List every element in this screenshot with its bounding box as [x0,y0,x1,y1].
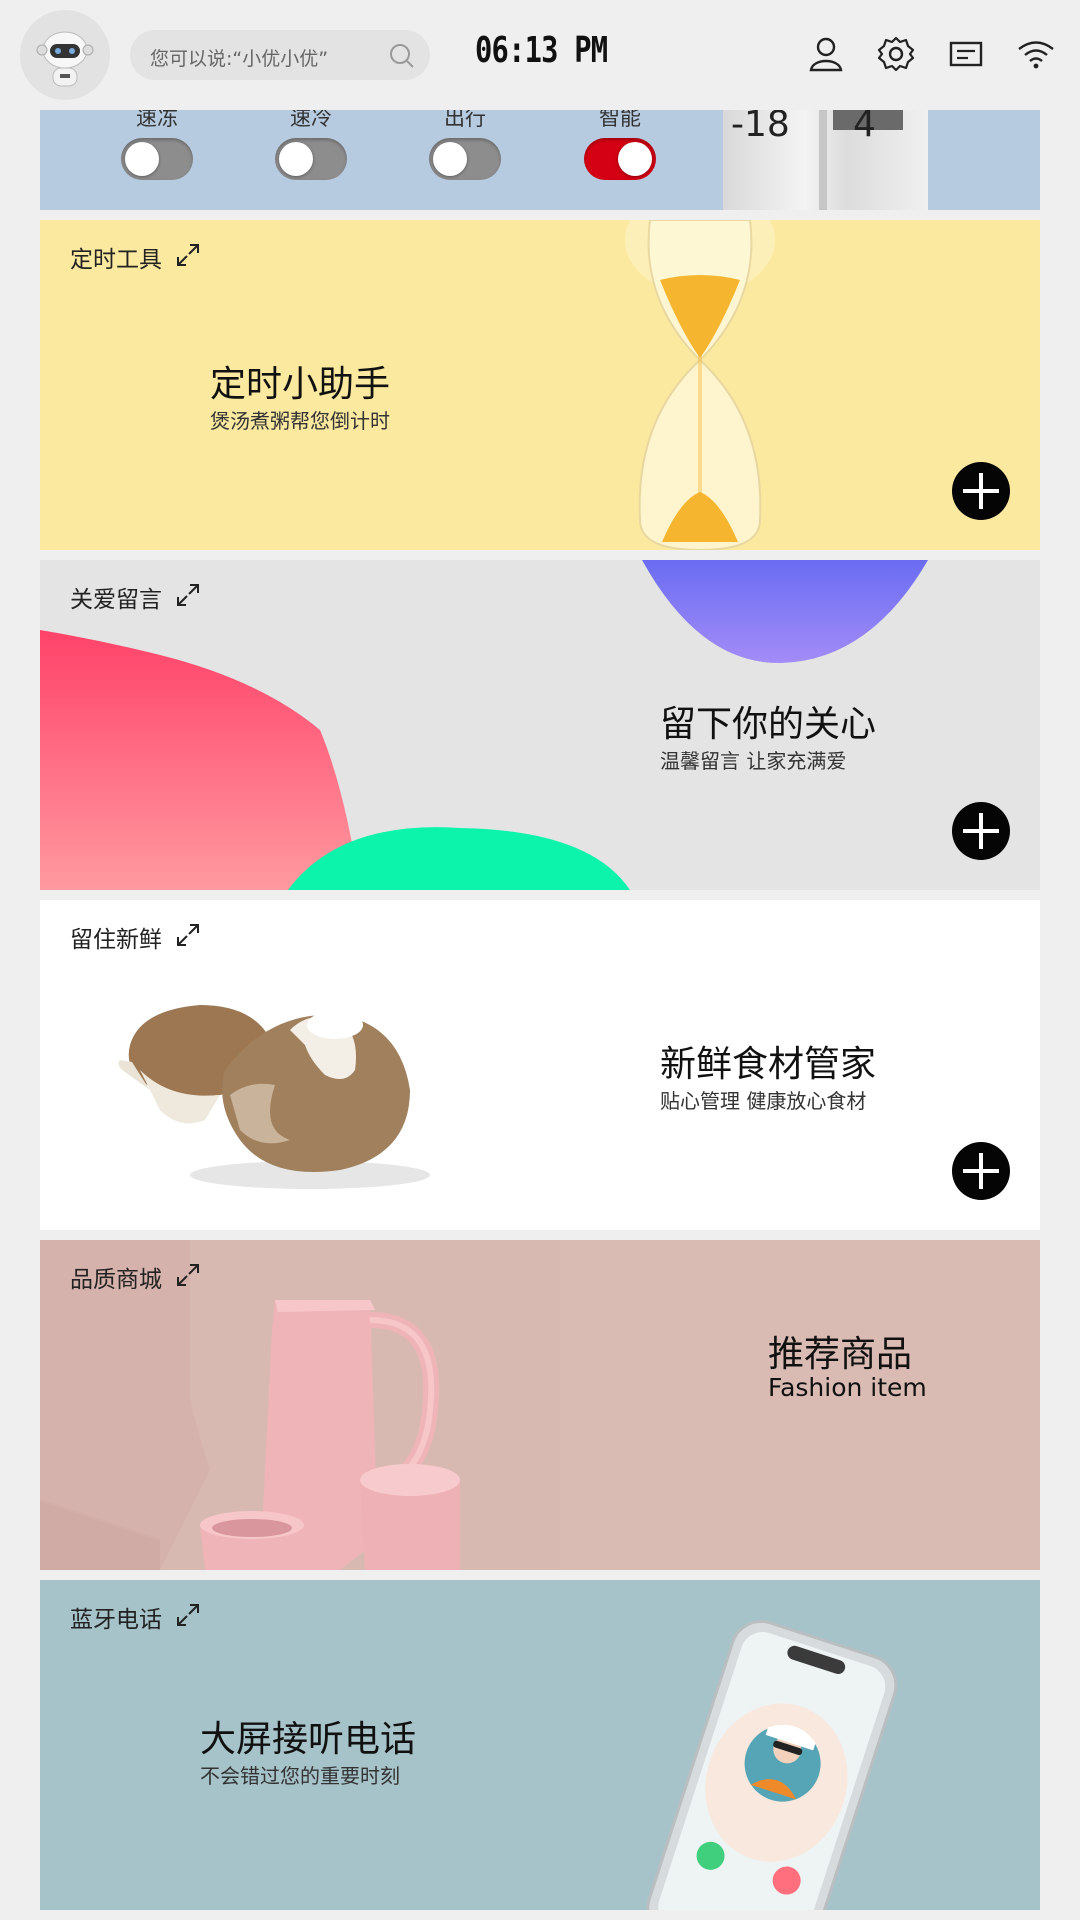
message-icon[interactable] [946,34,986,74]
card-subtitle-phone: 不会错过您的重要时刻 [200,1764,400,1788]
fridge-image[interactable]: -18 4 [723,110,928,210]
card-subtitle-messages: 温馨留言 让家充满爱 [660,749,847,773]
toggle-label-quick-freeze: 速冻 [136,110,178,130]
search-placeholder: 您可以说:“小优小优” [150,48,329,70]
hourglass-image [625,220,775,550]
top-bar: 您可以说:“小优小优” 06:13 PM [0,0,1080,110]
abstract-shapes-image [40,560,928,890]
card-subtitle-fresh: 贴心管理 健康放心食材 [660,1089,867,1113]
card-label-fresh: 留住新鲜 [70,927,162,953]
card-label-messages: 关爱留言 [70,587,162,613]
fridge-door-gap [819,110,827,210]
quick-freeze-toggle[interactable] [121,138,193,180]
card-subtitle-mall: Fashion item [768,1373,927,1402]
card-label-timer: 定时工具 [70,247,162,273]
expand-icon[interactable] [175,922,201,948]
bluetooth-phone-card[interactable]: 蓝牙电话 大屏接听电话 不会错过您的重要时刻 [40,1580,1040,1910]
expand-icon[interactable] [175,242,201,268]
freezer-temperature: -18 [731,110,790,145]
card-label-mall: 品质商城 [70,1267,162,1293]
expand-icon[interactable] [175,1262,201,1288]
card-title-phone: 大屏接听电话 [200,1719,417,1760]
card-label-phone: 蓝牙电话 [70,1607,162,1633]
card-subtitle-timer: 煲汤煮粥帮您倒计时 [210,409,390,433]
fridge-temperature: 4 [853,110,876,145]
smartphone-image [646,1620,898,1910]
toggle-label-travel: 出行 [444,110,486,130]
timer-tool-card[interactable]: 定时工具 定时小助手 煲汤煮粥帮您倒计时 [40,220,1040,550]
wifi-icon[interactable] [1016,34,1056,74]
expand-icon[interactable] [175,1602,201,1628]
smart-mode-toggle[interactable] [584,138,656,180]
fresh-food-card[interactable]: 留住新鲜 新鲜食材管家 贴心管理 健康放心食材 [40,900,1040,1230]
expand-icon[interactable] [175,582,201,608]
robot-icon [36,31,94,87]
add-message-button[interactable] [952,802,1010,860]
gear-icon[interactable] [876,34,916,74]
card-title-timer: 定时小助手 [210,364,391,405]
voice-search-bar[interactable]: 您可以说:“小优小优” [130,30,430,80]
add-food-button[interactable] [952,1142,1010,1200]
add-timer-button[interactable] [952,462,1010,520]
care-message-card[interactable]: 关爱留言 留下你的关心 温馨留言 让家充满爱 [40,560,1040,890]
toggle-label-smart: 智能 [599,110,641,130]
toggle-label-quick-cool: 速冷 [290,110,332,130]
search-icon[interactable] [388,42,416,70]
card-title-fresh: 新鲜食材管家 [660,1044,877,1085]
card-title-mall: 推荐商品 [768,1334,913,1375]
quality-mall-card[interactable]: 品质商城 推荐商品 Fashion item [40,1240,1040,1570]
travel-mode-toggle[interactable] [429,138,501,180]
clock: 06:13 PM [475,30,608,71]
user-icon[interactable] [806,34,846,74]
mushroom-image [118,1005,430,1189]
fridge-controls: 速冻 速冷 出行 智能 -18 4 [40,110,1040,210]
card-title-messages: 留下你的关心 [660,704,877,745]
quick-cool-toggle[interactable] [275,138,347,180]
assistant-avatar[interactable] [20,10,110,100]
